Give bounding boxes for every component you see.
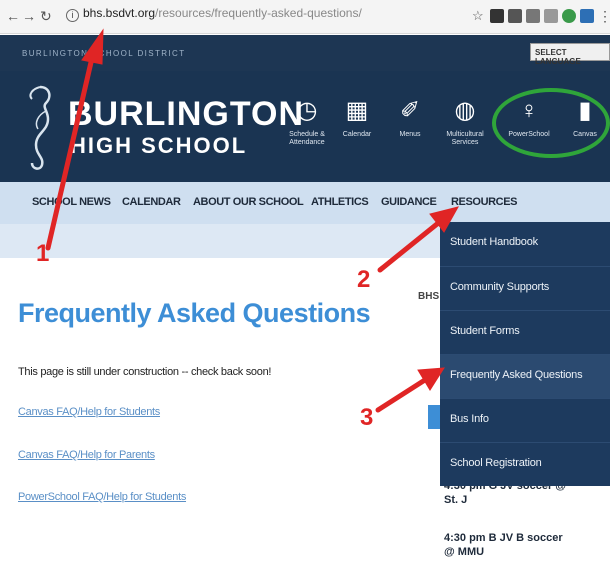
extension-icon[interactable] — [544, 9, 558, 23]
quick-link-menus[interactable]: ✐ Menus — [383, 97, 437, 139]
canvas-parents-link[interactable]: Canvas FAQ/Help for Parents — [18, 449, 155, 461]
quick-link-calendar[interactable]: ▦ Calendar — [330, 97, 384, 139]
dropdown-item-student-handbook[interactable]: Student Handbook — [440, 222, 610, 266]
dropdown-item-label: Bus Info — [450, 413, 489, 425]
reload-icon[interactable]: ↻ — [40, 8, 52, 25]
annotation-label-1: 1 — [36, 240, 50, 267]
dropdown-item-label: School Registration — [450, 457, 542, 469]
extension-icon[interactable] — [526, 9, 540, 23]
quick-link-multicultural[interactable]: ◍ Multicultural Services — [438, 97, 492, 147]
annotation-arrow-3 — [375, 375, 431, 413]
extension-icon[interactable] — [562, 9, 576, 23]
page-title: Frequently Asked Questions — [18, 298, 371, 328]
dropdown-item-faq[interactable]: Frequently Asked Questions — [440, 354, 610, 398]
powerschool-students-link[interactable]: PowerSchool FAQ/Help for Students — [18, 491, 186, 503]
nav-item-calendar[interactable]: CALENDAR — [122, 196, 181, 208]
dropdown-item-community-supports[interactable]: Community Supports — [440, 266, 610, 310]
intro-text: This page is still under construction --… — [18, 366, 272, 378]
menu-icon[interactable]: ⋮ — [598, 8, 610, 25]
quick-link-label: Multicultural Services — [446, 131, 484, 146]
quick-link-label: Schedule & Attendance — [289, 131, 325, 146]
address-bar[interactable]: i bhs.bsdvt.org/resources/frequently-aske… — [66, 6, 362, 22]
forward-arrow-icon[interactable]: → — [22, 8, 36, 24]
url-host: bhs.bsdvt.org — [83, 6, 156, 20]
event-item[interactable]: 4:30 pm B JV B soccer @ MMU — [444, 531, 574, 559]
school-name-line2[interactable]: HIGH SCHOOL — [70, 133, 247, 159]
quick-link-label: Calendar — [342, 131, 372, 138]
nav-item-school-news[interactable]: SCHOOL NEWS — [32, 196, 111, 208]
globe-icon: ◍ — [454, 97, 476, 124]
nav-item-about[interactable]: ABOUT OUR SCHOOL — [193, 196, 304, 208]
district-name: BURLINGTON SCHOOL DISTRICT — [22, 49, 186, 58]
back-arrow-icon[interactable]: ← — [6, 8, 20, 24]
browser-toolbar: ← → ↻ i bhs.bsdvt.org/resources/frequentl… — [0, 0, 610, 34]
info-icon[interactable]: i — [66, 9, 79, 22]
main-nav: SCHOOL NEWS CALENDAR ABOUT OUR SCHOOL AT… — [0, 182, 610, 224]
extension-icon[interactable] — [490, 9, 504, 23]
nav-item-guidance[interactable]: GUIDANCE — [381, 196, 437, 208]
dropdown-item-label: Student Forms — [450, 325, 520, 337]
annotation-label-3: 3 — [360, 404, 374, 431]
dropdown-item-label: Student Handbook — [450, 236, 538, 248]
quick-link-label: Menus — [399, 131, 421, 138]
nav-item-resources[interactable]: RESOURCES — [451, 196, 517, 208]
dropdown-item-label: Community Supports — [450, 281, 550, 293]
dropdown-item-bus-info[interactable]: Bus Info — [440, 398, 610, 442]
school-name-line1[interactable]: BURLINGTON — [68, 95, 304, 134]
dropdown-item-label: Frequently Asked Questions — [450, 369, 583, 381]
extension-icon[interactable] — [580, 9, 594, 23]
dropdown-item-student-forms[interactable]: Student Forms — [440, 310, 610, 354]
select-language-button[interactable]: SELECT LANGUAGE — [530, 43, 610, 66]
extension-icon[interactable] — [508, 9, 522, 23]
calendar-icon: ▦ — [345, 97, 369, 124]
highlight-circle-annotation — [492, 88, 610, 158]
resources-dropdown: Student Handbook Community Supports Stud… — [440, 222, 610, 486]
carrot-icon: ✐ — [399, 97, 421, 124]
canvas-students-link[interactable]: Canvas FAQ/Help for Students — [18, 406, 160, 418]
annotation-label-2: 2 — [357, 266, 371, 293]
clock-icon: ◷ — [296, 97, 318, 124]
sidebar-heading: BHS — [418, 291, 440, 302]
nav-item-athletics[interactable]: ATHLETICS — [311, 196, 369, 208]
seahorse-logo-icon — [29, 85, 51, 170]
quick-link-schedule[interactable]: ◷ Schedule & Attendance — [280, 97, 334, 147]
url-path: /resources/frequently-asked-questions/ — [155, 6, 362, 20]
district-bar: BURLINGTON SCHOOL DISTRICT SELECT LANGUA… — [0, 35, 610, 71]
dropdown-item-school-registration[interactable]: School Registration — [440, 442, 610, 486]
star-icon[interactable]: ☆ — [472, 8, 484, 24]
